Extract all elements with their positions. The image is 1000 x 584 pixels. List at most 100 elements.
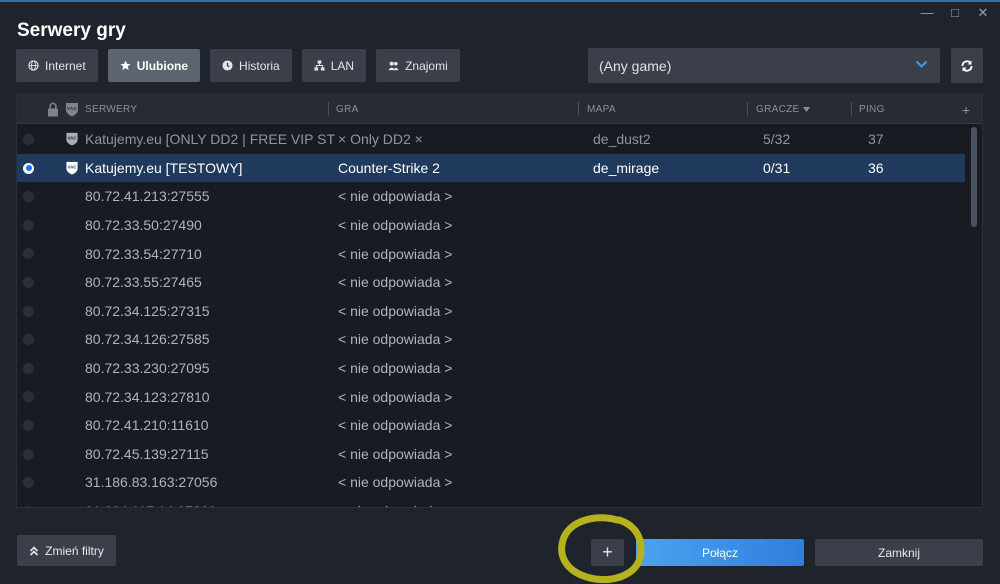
player-count bbox=[763, 325, 843, 354]
change-filters-label: Zmień filtry bbox=[45, 543, 104, 558]
server-list: VAC Katujemy.eu [ONLY DD2 | FREE VIP STEA… bbox=[17, 125, 965, 507]
game-name: < nie odpowiada > bbox=[338, 217, 453, 234]
row-select-radio[interactable] bbox=[23, 334, 34, 346]
column-header-players-wrap[interactable]: GRACZE bbox=[756, 95, 811, 124]
row-select-radio[interactable] bbox=[23, 134, 34, 145]
column-header-players: GRACZE bbox=[756, 104, 800, 115]
scrollbar-thumb[interactable] bbox=[971, 127, 977, 227]
map-name bbox=[593, 354, 753, 383]
server-name: 80.72.41.213:27555 bbox=[85, 188, 210, 205]
tab-lan[interactable]: LAN bbox=[301, 49, 367, 82]
tab-label: Historia bbox=[239, 58, 280, 73]
player-count bbox=[763, 411, 843, 440]
ping-value bbox=[868, 239, 928, 268]
connect-button[interactable]: Połącz bbox=[636, 539, 804, 566]
game-name: < nie odpowiada > bbox=[338, 331, 453, 348]
ping-value bbox=[868, 325, 928, 354]
tab-friends[interactable]: Znajomi bbox=[376, 49, 460, 82]
column-header-map[interactable]: MAPA bbox=[587, 95, 616, 124]
map-name bbox=[593, 411, 753, 440]
table-row[interactable]: 91.224.117.14:27200< nie odpowiada > bbox=[17, 497, 965, 507]
row-select-radio[interactable] bbox=[23, 305, 34, 317]
map-name bbox=[593, 468, 753, 497]
row-select-radio[interactable] bbox=[23, 276, 34, 288]
svg-text:VAC: VAC bbox=[68, 135, 77, 140]
row-select-radio[interactable] bbox=[23, 248, 34, 260]
change-filters-button[interactable]: Zmień filtry bbox=[17, 535, 116, 566]
server-name: 80.72.41.210:11610 bbox=[85, 417, 209, 434]
column-divider[interactable] bbox=[747, 102, 748, 116]
column-header-server[interactable]: SERWERY bbox=[85, 95, 137, 124]
ping-value bbox=[868, 440, 928, 469]
server-name: 80.72.33.54:27710 bbox=[85, 245, 202, 262]
tab-internet[interactable]: Internet bbox=[16, 49, 98, 82]
row-select-radio[interactable] bbox=[23, 419, 34, 431]
column-divider[interactable] bbox=[578, 102, 579, 116]
ping-value: 36 bbox=[868, 159, 884, 176]
map-name: de_mirage bbox=[593, 159, 660, 176]
map-name bbox=[593, 268, 753, 297]
game-name: < nie odpowiada > bbox=[338, 245, 453, 262]
row-select-radio[interactable] bbox=[23, 191, 34, 203]
server-name: 80.72.33.50:27490 bbox=[85, 217, 202, 234]
lock-icon[interactable] bbox=[47, 102, 59, 117]
close-icon[interactable]: ✕ bbox=[976, 6, 990, 20]
game-name: < nie odpowiada > bbox=[338, 417, 453, 434]
table-row[interactable]: 80.72.45.139:27115 < nie odpowiada > bbox=[17, 440, 965, 469]
friends-icon bbox=[388, 61, 399, 71]
player-count bbox=[763, 239, 843, 268]
row-select-radio[interactable] bbox=[23, 391, 34, 403]
server-name: 80.72.33.230:27095 bbox=[85, 360, 210, 377]
tab-favorites[interactable]: Ulubione bbox=[107, 49, 201, 82]
vac-shield-icon[interactable]: VAC bbox=[65, 102, 79, 117]
row-select-radio[interactable] bbox=[23, 448, 34, 460]
row-select-radio[interactable] bbox=[23, 477, 34, 489]
table-row[interactable]: 80.72.33.55:27465 < nie odpowiada > bbox=[17, 268, 965, 297]
row-select-radio[interactable] bbox=[23, 505, 34, 507]
add-column-button[interactable]: + bbox=[962, 95, 970, 124]
table-row[interactable]: VAC Katujemy.eu [ONLY DD2 | FREE VIP STEA… bbox=[17, 125, 965, 154]
map-name bbox=[593, 239, 753, 268]
server-name: Katujemy.eu [TESTOWY] bbox=[85, 159, 243, 176]
table-row[interactable]: VAC Katujemy.eu [TESTOWY] Counter-Strike 2… bbox=[17, 153, 965, 183]
table-row[interactable]: 80.72.34.126:27585 < nie odpowiada > bbox=[17, 325, 965, 354]
maximize-icon[interactable]: □ bbox=[948, 6, 962, 20]
ping-value bbox=[868, 468, 928, 497]
column-divider[interactable] bbox=[328, 102, 329, 116]
double-chevron-up-icon bbox=[30, 545, 39, 556]
server-name: 31.186.83.163:27056 bbox=[85, 474, 218, 491]
table-row[interactable]: 80.72.34.123:27810 < nie odpowiada > bbox=[17, 382, 965, 411]
column-header-game[interactable]: GRA bbox=[336, 95, 359, 124]
map-name: de_dust2 bbox=[593, 131, 651, 148]
column-divider[interactable] bbox=[851, 102, 852, 116]
vac-shield-icon: VAC bbox=[66, 161, 78, 175]
table-row[interactable]: 80.72.41.213:27555 < nie odpowiada > bbox=[17, 182, 965, 211]
player-count bbox=[763, 354, 843, 383]
close-button[interactable]: Zamknij bbox=[815, 539, 983, 566]
game-filter-select[interactable]: (Any game) bbox=[588, 48, 940, 83]
server-name: 80.72.33.55:27465 bbox=[85, 274, 202, 291]
row-select-radio[interactable] bbox=[23, 362, 34, 374]
game-filter-value: (Any game) bbox=[599, 57, 672, 74]
table-row[interactable]: 80.72.33.50:27490 < nie odpowiada > bbox=[17, 211, 965, 240]
refresh-button[interactable] bbox=[951, 48, 983, 83]
ping-value bbox=[868, 411, 928, 440]
server-name: 80.72.45.139:27115 bbox=[85, 445, 209, 462]
game-name: < nie odpowiada > bbox=[338, 360, 453, 377]
game-name: Counter-Strike 2 bbox=[338, 159, 440, 176]
map-name bbox=[593, 497, 753, 507]
table-row[interactable]: 80.72.33.230:27095 < nie odpowiada > bbox=[17, 354, 965, 383]
tab-history[interactable]: Historia bbox=[210, 49, 292, 82]
table-row[interactable]: 80.72.41.210:11610 < nie odpowiada > bbox=[17, 411, 965, 440]
add-server-button[interactable]: + bbox=[591, 539, 624, 566]
table-row[interactable]: 31.186.83.163:27056 < nie odpowiada > bbox=[17, 468, 965, 497]
table-row[interactable]: 80.72.33.54:27710 < nie odpowiada > bbox=[17, 239, 965, 268]
refresh-icon bbox=[961, 59, 973, 72]
row-select-radio[interactable] bbox=[23, 219, 34, 231]
game-name: < nie odpowiada > bbox=[338, 497, 583, 507]
server-name: 91.224.117.14:27200 bbox=[85, 497, 335, 507]
row-select-radio[interactable] bbox=[23, 162, 34, 174]
table-row[interactable]: 80.72.34.125:27315 < nie odpowiada > bbox=[17, 297, 965, 326]
column-header-ping[interactable]: PING bbox=[859, 95, 885, 124]
minimize-icon[interactable]: — bbox=[920, 6, 934, 20]
